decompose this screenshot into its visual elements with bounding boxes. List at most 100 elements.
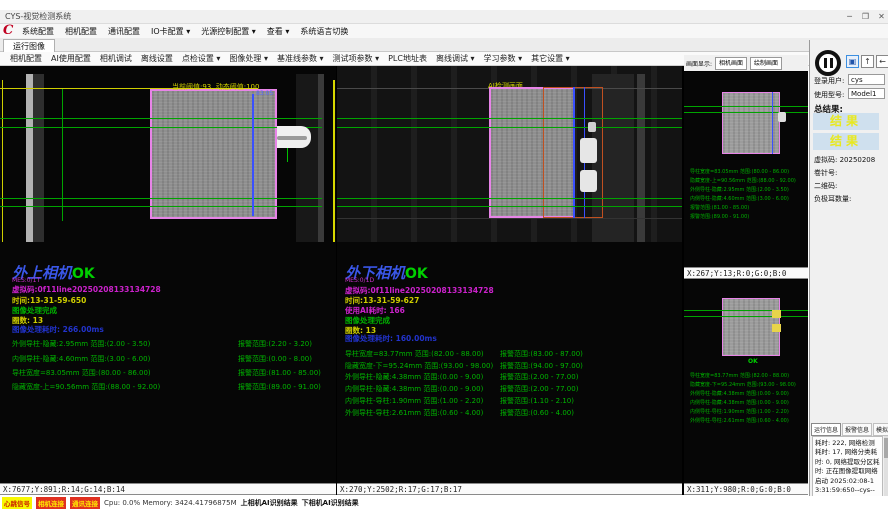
alarm-range: 报警范围:(2.20 - 3.20) bbox=[238, 339, 312, 349]
measurement-row: 隐藏宽度-上=90.56mm 范围:(88.00 - 92.00) bbox=[12, 382, 160, 392]
metal-tab-blob bbox=[580, 138, 597, 163]
arrow-up-icon: ↑ bbox=[864, 57, 871, 66]
log-tab-sim-info[interactable]: 模拟信息 bbox=[873, 423, 888, 436]
alarm-range: 报警范围:(94.00 - 97.00) bbox=[500, 361, 583, 371]
alarm-range: 报警范围:(89.00 - 91.00) bbox=[238, 382, 321, 392]
mini-result-line: 外侧导柱-隐藏:4.38mm 范围:(0.00 - 9.00) bbox=[690, 390, 789, 397]
alarm-range: 报警范围:(81.00 - 85.00) bbox=[238, 368, 321, 378]
toolbar-ai-config[interactable]: AI使用配置 bbox=[51, 53, 91, 64]
close-button[interactable]: ✕ bbox=[874, 10, 888, 23]
right-control-panel: ▣ ↑ ← 登录用户: 使用型号: 总结果: 结果 结果 虚拟码: 202502… bbox=[809, 40, 888, 510]
result-box-upper: 结果 bbox=[813, 113, 879, 130]
bg-stripe bbox=[318, 74, 324, 242]
toolbar-offline-debug[interactable]: 离线调试 ▾ bbox=[436, 53, 475, 64]
display-mode-label: 画面显示: bbox=[686, 59, 712, 68]
login-user-input[interactable] bbox=[848, 74, 885, 85]
lower-camera-ai-result-label[interactable]: 下相机AI识别结果 bbox=[302, 498, 359, 508]
product-roi bbox=[150, 89, 277, 219]
menu-item-io-config[interactable]: IO卡配置 ▾ bbox=[151, 26, 190, 37]
toolbar-plc-table[interactable]: PLC地址表 bbox=[388, 53, 427, 64]
toolbar-test-params[interactable]: 测试项参数 ▾ bbox=[333, 53, 380, 64]
title-bar: CYS-视觉检测系统 bbox=[0, 10, 888, 24]
status-bar: 心跳信号 相机连接 通讯连接 Cpu: 0.0% Memory: 3424.41… bbox=[0, 496, 888, 510]
virtual-code-label: 虚拟码: 20250208 bbox=[814, 155, 875, 165]
coords-bar-middle: X:270;Y:2502;R:17;G:17;B:17 bbox=[337, 483, 682, 495]
small-camera-view-2[interactable]: OK 导柱宽度=83.77mm 范围:(82.00 - 88.00) 隐藏宽度-… bbox=[684, 280, 808, 483]
toolbar-learn-params[interactable]: 学习参数 ▾ bbox=[484, 53, 523, 64]
mini-result-line: 隐藏宽度-下=95.24mm 范围:(93.00 - 98.00) bbox=[690, 381, 796, 388]
measure-line-green bbox=[684, 106, 808, 107]
measure-line-green bbox=[62, 89, 63, 221]
camera-icon: ▣ bbox=[849, 57, 857, 66]
measure-line-green bbox=[0, 206, 322, 207]
model-label: 使用型号: bbox=[814, 90, 844, 100]
mes-sub-text: MES:0/1D bbox=[345, 277, 374, 284]
middle-camera-view[interactable]: AI检测画面 外下相机OK MES:0/1D 虚拟码:0f11line20250… bbox=[337, 66, 682, 483]
mini-result-line: 报警范围:(89.00 - 91.00) bbox=[690, 213, 749, 220]
toolbar-camera-debug[interactable]: 相机调试 bbox=[100, 53, 132, 64]
measure-line-green bbox=[684, 310, 808, 311]
upload-button[interactable]: ↑ bbox=[861, 55, 874, 68]
mini-result-line: 内侧导柱-导柱:1.90mm 范围:(1.00 - 2.20) bbox=[690, 408, 789, 415]
display-tab-camera[interactable]: 相机画面 bbox=[715, 57, 747, 70]
metal-clip-shade bbox=[277, 136, 307, 140]
camera-connect-badge: 相机连接 bbox=[36, 497, 66, 509]
measure-line-green bbox=[684, 316, 808, 317]
log-text-area: 耗时: 222, 网络检测耗时: 17, 网络分类耗时: 0, 网络提取分区耗时… bbox=[812, 436, 883, 504]
coords-bar-small-1: X:267;Y:13;R:0;G:0;B:0 bbox=[684, 267, 808, 279]
toolbar-image-process[interactable]: 图像处理 ▾ bbox=[229, 53, 268, 64]
highlight-blob-yellow bbox=[772, 324, 781, 332]
coords-bar-left: X:7677;Y:891;R:14;G:14;B:14 bbox=[0, 483, 336, 495]
threshold-overlay-text: 当前阈值:93, 动态阈值:100 bbox=[172, 82, 259, 92]
alarm-range: 报警范围:(2.00 - 77.00) bbox=[500, 384, 578, 394]
model-input[interactable] bbox=[848, 88, 885, 99]
bg-stripe bbox=[637, 74, 645, 242]
qr-code-label: 二维码: bbox=[814, 181, 837, 191]
mini-result-line: 外侧导柱-隐藏:2.95mm 范围:(2.00 - 3.50) bbox=[690, 186, 789, 193]
ok-status: OK bbox=[72, 266, 95, 282]
measure-line-blue bbox=[772, 92, 773, 154]
measure-line-blue bbox=[252, 94, 254, 216]
arrow-left-icon: ← bbox=[879, 57, 886, 66]
log-scrollbar[interactable] bbox=[884, 436, 888, 504]
mini-result-line: 隐藏宽度-上=90.56mm 范围:(88.00 - 92.00) bbox=[690, 177, 796, 184]
pause-button[interactable] bbox=[815, 50, 841, 76]
measure-line-green bbox=[0, 198, 322, 199]
measure-line-green bbox=[337, 206, 682, 207]
log-tab-alarm-info[interactable]: 报警信息 bbox=[842, 423, 872, 436]
app-logo-icon: C bbox=[3, 23, 13, 39]
metal-tab-blob bbox=[580, 170, 597, 192]
back-button[interactable]: ← bbox=[876, 55, 888, 68]
camera-view-button[interactable]: ▣ bbox=[846, 55, 859, 68]
measurement-row: 外侧导柱-隐藏:4.38mm 范围:(0.00 - 9.00) bbox=[345, 372, 483, 382]
minimize-button[interactable]: ─ bbox=[842, 10, 857, 23]
menu-item-view[interactable]: 查看 ▾ bbox=[267, 26, 290, 37]
left-camera-view[interactable]: 83.05 当前阈值:93, 动态阈值:100 外上相机OK MES:0/1T … bbox=[0, 66, 336, 483]
upper-camera-ai-result-label[interactable]: 上相机AI识别结果 bbox=[241, 498, 298, 508]
barcode-text: 虚拟码:0f11line20250208133134728 bbox=[12, 284, 161, 295]
toolbar-check-setting[interactable]: 点检设置 ▾ bbox=[182, 53, 221, 64]
maximize-button[interactable]: ❐ bbox=[858, 10, 873, 23]
alarm-range: 报警范围:(0.00 - 8.00) bbox=[238, 354, 312, 364]
measurement-row: 内侧导柱-隐藏:4.60mm 范围:(3.00 - 6.00) bbox=[12, 354, 150, 364]
log-tab-run-info[interactable]: 运行信息 bbox=[811, 423, 841, 436]
log-scrollbar-thumb[interactable] bbox=[884, 438, 888, 458]
toolbar-baseline-params[interactable]: 基准线参数 ▾ bbox=[277, 53, 324, 64]
bg-edge-line bbox=[337, 218, 682, 219]
login-user-label: 登录用户: bbox=[814, 76, 844, 86]
display-mode-bar: 画面显示: 相机画面 绘制画面 bbox=[684, 55, 808, 71]
menu-item-comm-config[interactable]: 通讯配置 bbox=[108, 26, 140, 37]
mini-result-line: 导柱宽度=83.05mm 范围:(80.00 - 86.00) bbox=[690, 168, 789, 175]
highlight-blob-yellow bbox=[772, 310, 781, 318]
toolbar-other-setting[interactable]: 其它设置 ▾ bbox=[531, 53, 570, 64]
log-tabs: 运行信息 报警信息 模拟信息 bbox=[811, 423, 888, 436]
menu-item-light-config[interactable]: 光源控制配置 ▾ bbox=[201, 26, 256, 37]
menu-item-camera-config[interactable]: 相机配置 bbox=[65, 26, 97, 37]
small-camera-view-1[interactable]: 导柱宽度=83.05mm 范围:(80.00 - 86.00) 隐藏宽度-上=9… bbox=[684, 72, 808, 267]
menu-item-system-config[interactable]: 系统配置 bbox=[22, 26, 54, 37]
toolbar-offline-setting[interactable]: 离线设置 bbox=[141, 53, 173, 64]
menu-item-language[interactable]: 系统语言切换 bbox=[300, 26, 348, 37]
comm-connect-badge: 通讯连接 bbox=[70, 497, 100, 509]
display-tab-draw[interactable]: 绘制画面 bbox=[750, 57, 782, 70]
toolbar-camera-config[interactable]: 相机配置 bbox=[10, 53, 42, 64]
